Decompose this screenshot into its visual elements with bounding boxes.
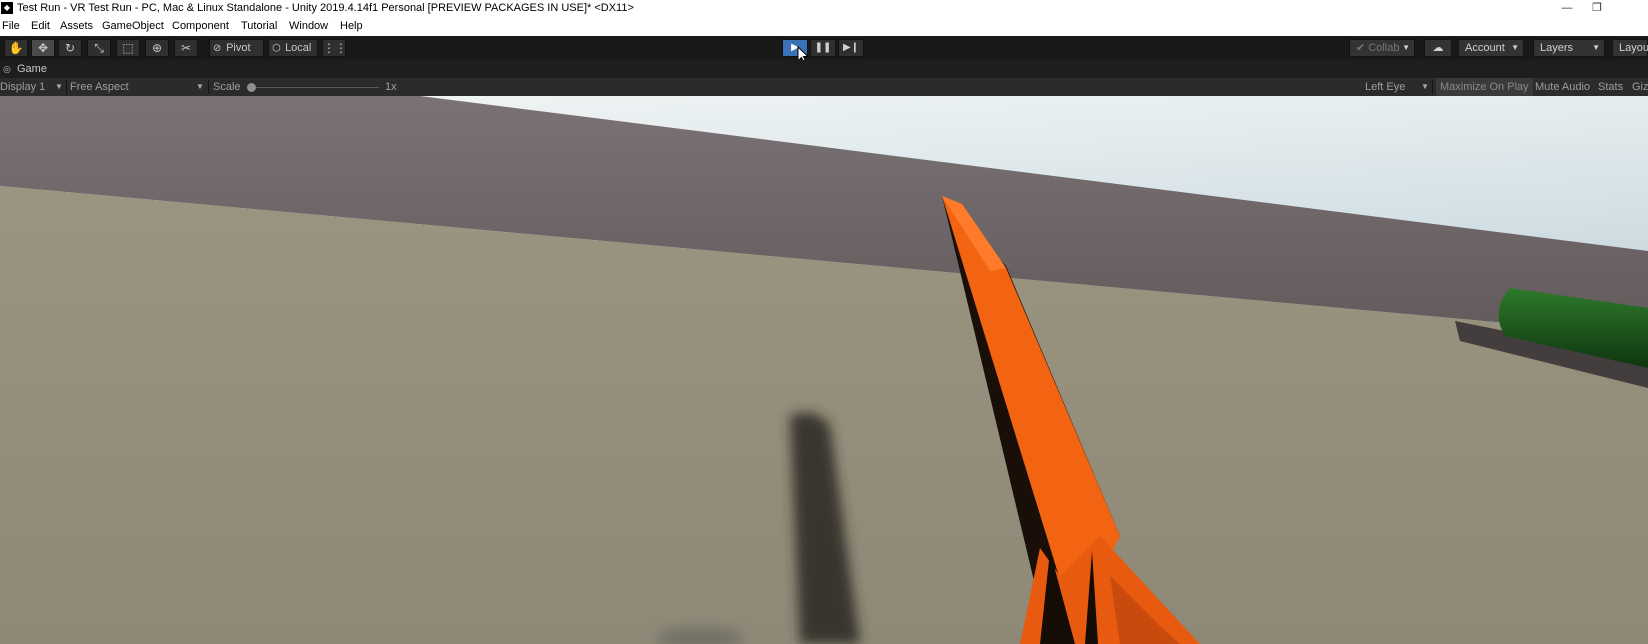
check-circle-icon: ✔ bbox=[1356, 42, 1366, 54]
layers-dropdown[interactable]: Layers ▼ bbox=[1533, 39, 1605, 57]
chevron-down-icon: ▼ bbox=[1421, 82, 1429, 91]
cloud-button[interactable]: ☁ bbox=[1424, 39, 1452, 57]
rotate-tool-icon[interactable]: ↻ bbox=[58, 39, 82, 57]
divider bbox=[66, 80, 67, 94]
scale-slider-thumb[interactable] bbox=[247, 83, 256, 92]
unity-logo-icon: ◆ bbox=[1, 2, 13, 14]
chevron-down-icon: ▼ bbox=[196, 82, 204, 91]
cube-icon: ⬡ bbox=[272, 43, 281, 54]
game-viewport[interactable] bbox=[0, 96, 1648, 644]
game-tab-row: ◎ Game bbox=[0, 60, 1648, 78]
chevron-down-icon: ▼ bbox=[55, 82, 63, 91]
pivot-icon: ⊘ bbox=[213, 43, 222, 54]
layout-label: Layou bbox=[1619, 42, 1648, 54]
transform-tool-icon[interactable]: ⊕ bbox=[145, 39, 169, 57]
step-button[interactable]: ▶❙ bbox=[838, 39, 864, 57]
mute-audio-toggle[interactable]: Mute Audio bbox=[1535, 78, 1590, 96]
maximize-on-play-toggle[interactable]: Maximize On Play bbox=[1436, 78, 1533, 96]
menu-edit[interactable]: Edit bbox=[31, 17, 50, 36]
window-title: Test Run - VR Test Run - PC, Mac & Linux… bbox=[17, 2, 634, 14]
chevron-down-icon: ▼ bbox=[1402, 43, 1410, 52]
game-view-toolbar: Display 1 ▼ Free Aspect ▼ Scale 1x Left … bbox=[0, 78, 1648, 96]
local-toggle-button[interactable]: ⬡ Local bbox=[268, 39, 318, 57]
main-toolbar: ✋ ✥ ↻ ⤡ ⬚ ⊕ ✂ ⊘ Pivot ⬡ Local ⋮⋮ ▶ ❚❚ ▶❙… bbox=[0, 36, 1648, 60]
scale-slider-track[interactable] bbox=[249, 87, 379, 88]
menu-help[interactable]: Help bbox=[340, 17, 363, 36]
local-label: Local bbox=[285, 42, 312, 54]
layout-dropdown[interactable]: Layou bbox=[1612, 39, 1648, 57]
menu-window[interactable]: Window bbox=[289, 17, 328, 36]
account-dropdown[interactable]: Account ▼ bbox=[1458, 39, 1524, 57]
pivot-toggle-button[interactable]: ⊘ Pivot bbox=[209, 39, 264, 57]
pause-button[interactable]: ❚❚ bbox=[810, 39, 836, 57]
scale-tool-icon[interactable]: ⤡ bbox=[87, 39, 111, 57]
menu-component[interactable]: Component bbox=[172, 17, 229, 36]
divider bbox=[1432, 80, 1433, 94]
gizmos-toggle[interactable]: Giz bbox=[1632, 78, 1648, 96]
cloud-icon: ☁ bbox=[1432, 42, 1444, 54]
divider bbox=[208, 80, 209, 94]
game-controller-icon: ◎ bbox=[3, 64, 11, 74]
minimize-icon[interactable]: — bbox=[1555, 0, 1579, 17]
menu-gameobject[interactable]: GameObject bbox=[102, 17, 164, 36]
rect-tool-icon[interactable]: ⬚ bbox=[116, 39, 140, 57]
custom-tool-icon[interactable]: ✂ bbox=[174, 39, 198, 57]
tab-game[interactable]: Game bbox=[17, 60, 47, 78]
stats-toggle[interactable]: Stats bbox=[1598, 78, 1623, 96]
eye-dropdown[interactable]: Left Eye bbox=[1365, 78, 1405, 96]
pivot-label: Pivot bbox=[226, 42, 251, 54]
aspect-dropdown[interactable]: Free Aspect bbox=[70, 78, 129, 96]
chevron-down-icon: ▼ bbox=[1511, 43, 1519, 52]
collab-label: Collab bbox=[1368, 42, 1400, 54]
hand-tool-icon[interactable]: ✋ bbox=[4, 39, 28, 57]
title-bar: ◆ Test Run - VR Test Run - PC, Mac & Lin… bbox=[0, 0, 1648, 17]
display-dropdown[interactable]: Display 1 bbox=[0, 78, 45, 96]
move-tool-icon[interactable]: ✥ bbox=[31, 39, 55, 57]
grid-snap-icon[interactable]: ⋮⋮ bbox=[322, 39, 347, 57]
collab-dropdown[interactable]: ✔ Collab ▼ bbox=[1349, 39, 1415, 57]
layers-label: Layers bbox=[1540, 42, 1574, 54]
menu-bar: File Edit Assets GameObject Component Tu… bbox=[0, 17, 1648, 36]
scene-render bbox=[0, 96, 1648, 644]
scale-value: 1x bbox=[385, 81, 397, 93]
chevron-down-icon: ▼ bbox=[1592, 43, 1600, 52]
account-label: Account bbox=[1465, 42, 1505, 54]
scale-label: Scale bbox=[213, 81, 241, 93]
menu-file[interactable]: File bbox=[2, 17, 20, 36]
restore-icon[interactable]: ❐ bbox=[1585, 0, 1609, 17]
menu-assets[interactable]: Assets bbox=[60, 17, 93, 36]
menu-tutorial[interactable]: Tutorial bbox=[241, 17, 277, 36]
